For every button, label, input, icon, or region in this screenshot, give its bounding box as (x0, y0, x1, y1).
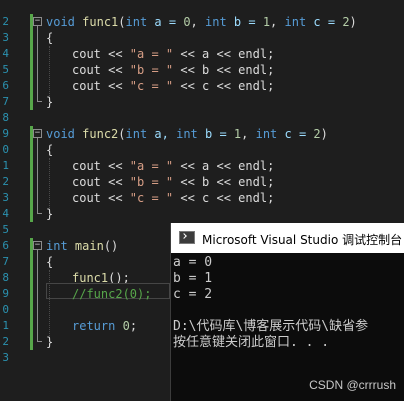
code-line-open-brace[interactable]: { (46, 30, 53, 46)
line-number: 3 (2, 31, 9, 44)
code-line-cout[interactable]: cout << "b = " << b << endl; (72, 62, 274, 78)
line-number: 1 (2, 159, 9, 172)
code-line-cout[interactable]: cout << "a = " << a << endl; (72, 46, 274, 62)
outline-line (37, 250, 38, 341)
console-output-line: a = 0 (173, 255, 213, 270)
code-line-open-brace[interactable]: { (46, 142, 53, 158)
console-app-icon (179, 231, 195, 244)
watermark: CSDN @crrrush (309, 378, 396, 392)
collapse-toggle-icon[interactable]: − (33, 129, 42, 138)
code-line-main-signature[interactable]: int main() (46, 238, 118, 254)
code-line-close-brace[interactable]: } (46, 206, 53, 222)
line-number: 2 (2, 15, 9, 28)
outline-line (37, 26, 38, 101)
line-number: 9 (2, 127, 9, 140)
line-number: 4 (2, 47, 9, 60)
line-number: 7 (2, 95, 9, 108)
code-line-close-brace[interactable]: } (46, 94, 53, 110)
outline-end (37, 101, 42, 102)
outline-end (37, 341, 42, 342)
collapse-toggle-icon[interactable]: − (33, 241, 42, 250)
code-line-cout[interactable]: cout << "a = " << a << endl; (72, 158, 274, 174)
line-number-gutter: 2 3 4 5 6 7 8 9 0 1 2 3 4 5 6 7 8 9 0 1 … (0, 0, 28, 401)
line-number: 8 (2, 111, 9, 124)
line-number: 6 (2, 239, 9, 252)
line-number: 2 (2, 335, 9, 348)
console-output-line: 按任意键关闭此窗口. . . (173, 335, 330, 350)
line-number: 3 (2, 191, 9, 204)
code-line-comment[interactable]: //func2(0); (72, 286, 151, 302)
change-indicator (30, 126, 33, 222)
console-title-bar[interactable]: Microsoft Visual Studio 调试控制台 (171, 223, 404, 253)
debug-console-window[interactable]: Microsoft Visual Studio 调试控制台 a = 0 b = … (170, 223, 404, 401)
line-number: 4 (2, 207, 9, 220)
line-number: 7 (2, 255, 9, 268)
code-line-func1-signature[interactable]: void func1(int a = 0, int b = 1, int c =… (46, 14, 357, 30)
console-title: Microsoft Visual Studio 调试控制台 (202, 233, 403, 247)
console-output-line: b = 1 (173, 271, 213, 286)
collapse-toggle-icon[interactable]: − (33, 17, 42, 26)
indent-guide (49, 270, 50, 342)
line-number: 0 (2, 143, 9, 156)
line-number: 1 (2, 319, 9, 332)
line-number: 9 (2, 287, 9, 300)
line-number: 5 (2, 63, 9, 76)
line-number: 3 (2, 351, 9, 364)
code-line-func2-signature[interactable]: void func2(int a, int b = 1, int c = 2) (46, 126, 328, 142)
line-number: 6 (2, 79, 9, 92)
line-number: 2 (2, 175, 9, 188)
console-output-line: D:\代码库\博客展示代码\缺省参 (173, 319, 369, 334)
change-indicator (30, 238, 33, 350)
outline-line (37, 138, 38, 213)
line-number: 5 (2, 223, 9, 236)
line-number: 0 (2, 303, 9, 316)
line-number: 8 (2, 271, 9, 284)
outline-end (37, 213, 42, 214)
change-indicator (30, 14, 33, 110)
code-line-cout[interactable]: cout << "b = " << b << endl; (72, 174, 274, 190)
console-output-line: c = 2 (173, 287, 213, 302)
code-line-cout[interactable]: cout << "c = " << c << endl; (72, 190, 274, 206)
code-line-return[interactable]: return 0; (72, 318, 137, 334)
code-line-cout[interactable]: cout << "c = " << c << endl; (72, 78, 274, 94)
code-line-open-brace[interactable]: { (46, 254, 53, 270)
code-line-close-brace[interactable]: } (46, 334, 53, 350)
